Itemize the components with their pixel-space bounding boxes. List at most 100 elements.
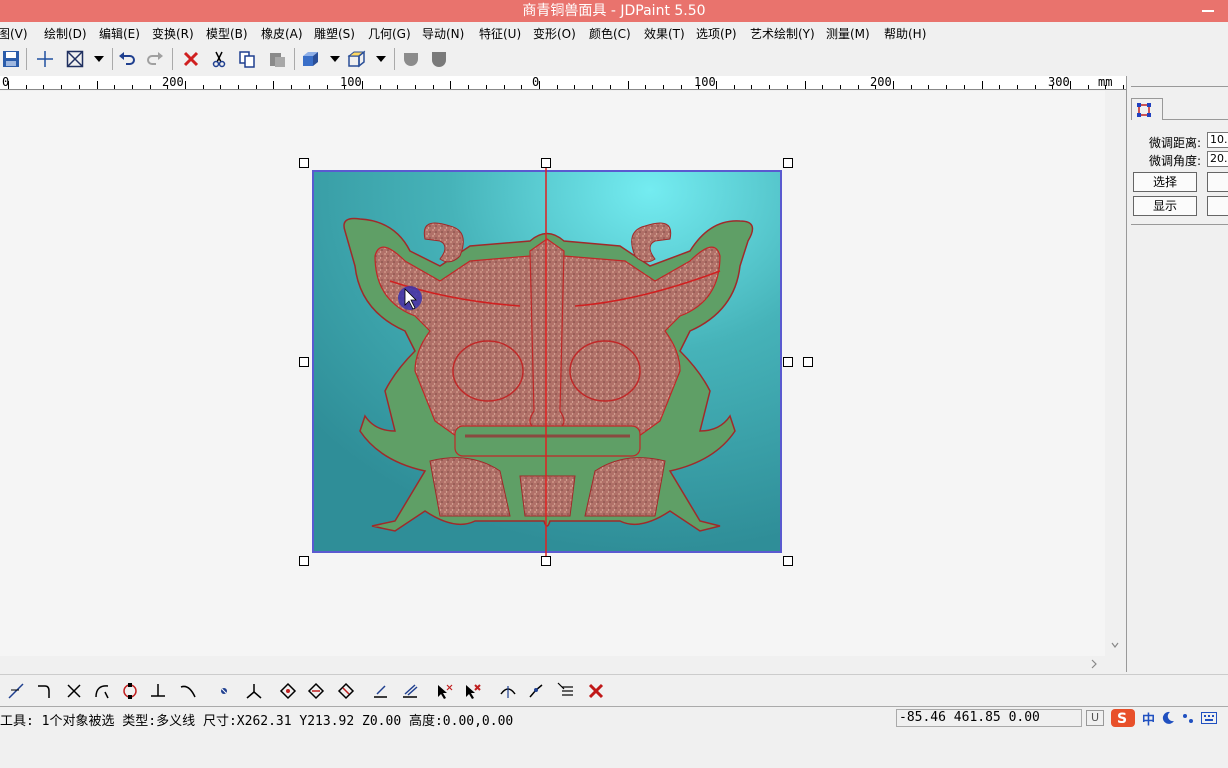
select-button[interactable]: 选择 (1133, 172, 1197, 192)
select-box-icon[interactable] (64, 48, 86, 70)
ime-u-indicator[interactable]: U (1086, 710, 1104, 726)
dropdown-arrow-icon[interactable] (88, 48, 110, 70)
ruler-tick (840, 85, 841, 89)
shield-right-icon[interactable] (428, 48, 450, 70)
add-button[interactable]: 加 (1207, 172, 1228, 192)
trim-icon[interactable] (62, 679, 86, 703)
menu-effect[interactable]: 效果(T) (644, 25, 685, 42)
perpendicular-icon[interactable] (146, 679, 170, 703)
horizontal-scrollbar[interactable] (0, 656, 1105, 672)
pick-cross-icon[interactable] (432, 679, 456, 703)
vertical-scrollbar[interactable] (1105, 91, 1125, 656)
menu-measure[interactable]: 测量(M) (826, 25, 870, 42)
ruler-tick (309, 85, 310, 89)
ruler-tick (610, 85, 611, 89)
minimize-button[interactable] (1202, 0, 1216, 22)
dropdown-arrow-icon[interactable] (324, 48, 346, 70)
menu-color[interactable]: 颜色(C) (589, 25, 631, 42)
delete-icon[interactable] (180, 48, 202, 70)
selection-handle-br[interactable] (783, 556, 793, 566)
menu-feature[interactable]: 特征(U) (479, 25, 521, 42)
ruler-tick (362, 81, 363, 89)
other-button[interactable]: 对 (1207, 196, 1228, 216)
paste-icon[interactable] (266, 48, 288, 70)
menu-options[interactable]: 选项(P) (696, 25, 737, 42)
ime-language[interactable]: 中 (1142, 709, 1155, 728)
menu-art-draw[interactable]: 艺术绘制(Y) (750, 25, 815, 42)
selection-handle-b[interactable] (541, 556, 551, 566)
mask-relief-model[interactable] (312, 170, 782, 553)
diamond-join-icon[interactable] (334, 679, 358, 703)
view-3d-icon[interactable] (300, 48, 322, 70)
view-iso-icon[interactable] (346, 48, 368, 70)
close-tool-icon[interactable] (584, 679, 608, 703)
menu-edit[interactable]: 编辑(E) (99, 25, 140, 42)
offset-multi-icon[interactable] (398, 679, 422, 703)
menu-transform[interactable]: 变换(R) (152, 25, 194, 42)
pick-delete-icon[interactable] (460, 679, 484, 703)
extend-icon[interactable] (4, 679, 28, 703)
shield-left-icon[interactable] (400, 48, 422, 70)
arc-icon[interactable] (90, 679, 114, 703)
sogou-icon[interactable]: S (1110, 708, 1136, 728)
ruler-tick (539, 81, 540, 89)
menu-view[interactable]: 图(V) (0, 25, 28, 42)
fillet-icon[interactable] (32, 679, 56, 703)
fine-distance-input[interactable]: 10.0 (1207, 132, 1228, 148)
ruler-tick (999, 85, 1000, 89)
selection-handle-tr[interactable] (783, 158, 793, 168)
menu-bar: 图(V) 绘制(D) 编辑(E) 变换(R) 模型(B) 橡皮(A) 雕塑(S)… (0, 22, 1228, 42)
ruler-tick (769, 85, 770, 89)
angle-icon[interactable] (242, 679, 266, 703)
menu-geometry[interactable]: 几何(G) (368, 25, 411, 42)
keyboard-icon[interactable] (1201, 712, 1218, 724)
show-button[interactable]: 显示 (1133, 196, 1197, 216)
circle-node-icon[interactable] (118, 679, 142, 703)
fine-angle-input[interactable]: 20.0 (1207, 151, 1228, 167)
list-edit-icon[interactable] (554, 679, 578, 703)
ruler-tick (220, 85, 221, 89)
copy-icon[interactable] (236, 48, 258, 70)
punctuation-icon[interactable] (1181, 711, 1195, 725)
selection-handle-l[interactable] (299, 357, 309, 367)
selection-handle-tl[interactable] (299, 158, 309, 168)
curve-trim-icon[interactable] (176, 679, 200, 703)
menu-model[interactable]: 模型(B) (206, 25, 248, 42)
moon-icon[interactable] (1161, 711, 1175, 725)
cut-icon[interactable] (208, 48, 230, 70)
ruler-tick (946, 85, 947, 89)
menu-eraser[interactable]: 橡皮(A) (261, 25, 303, 42)
ruler-tick (61, 85, 62, 89)
menu-sweep[interactable]: 导动(N) (422, 25, 464, 42)
node-select-icon[interactable] (212, 679, 236, 703)
crosshair-icon[interactable] (34, 48, 56, 70)
ruler-tick (805, 81, 806, 89)
menu-deform[interactable]: 变形(O) (533, 25, 576, 42)
diamond-split-icon[interactable] (304, 679, 328, 703)
save-icon[interactable] (0, 48, 22, 70)
undo-icon[interactable] (116, 48, 138, 70)
rotate-handle[interactable] (803, 357, 813, 367)
ruler-tick (734, 85, 735, 89)
dropdown-arrow-icon[interactable] (370, 48, 392, 70)
selection-handle-bl[interactable] (299, 556, 309, 566)
drawing-canvas[interactable] (0, 91, 1105, 656)
selection-handle-t[interactable] (541, 158, 551, 168)
ruler-tick (681, 85, 682, 89)
node-edit-tab[interactable] (1131, 98, 1163, 120)
ruler-tick (1035, 85, 1036, 89)
redo-icon[interactable] (144, 48, 166, 70)
menu-draw[interactable]: 绘制(D) (44, 25, 87, 42)
selection-handle-r[interactable] (783, 357, 793, 367)
diamond-node-icon[interactable] (276, 679, 300, 703)
ruler-label: 200 (870, 76, 892, 89)
offset-icon[interactable] (368, 679, 392, 703)
bridge-icon[interactable] (496, 679, 520, 703)
menu-sculpt[interactable]: 雕塑(S) (314, 25, 355, 42)
ruler-tick (8, 81, 9, 89)
smooth-icon[interactable] (524, 679, 548, 703)
ruler-tick (911, 85, 912, 89)
ruler-tick (238, 85, 239, 89)
ruler-tick (43, 85, 44, 89)
menu-help[interactable]: 帮助(H) (884, 25, 926, 42)
